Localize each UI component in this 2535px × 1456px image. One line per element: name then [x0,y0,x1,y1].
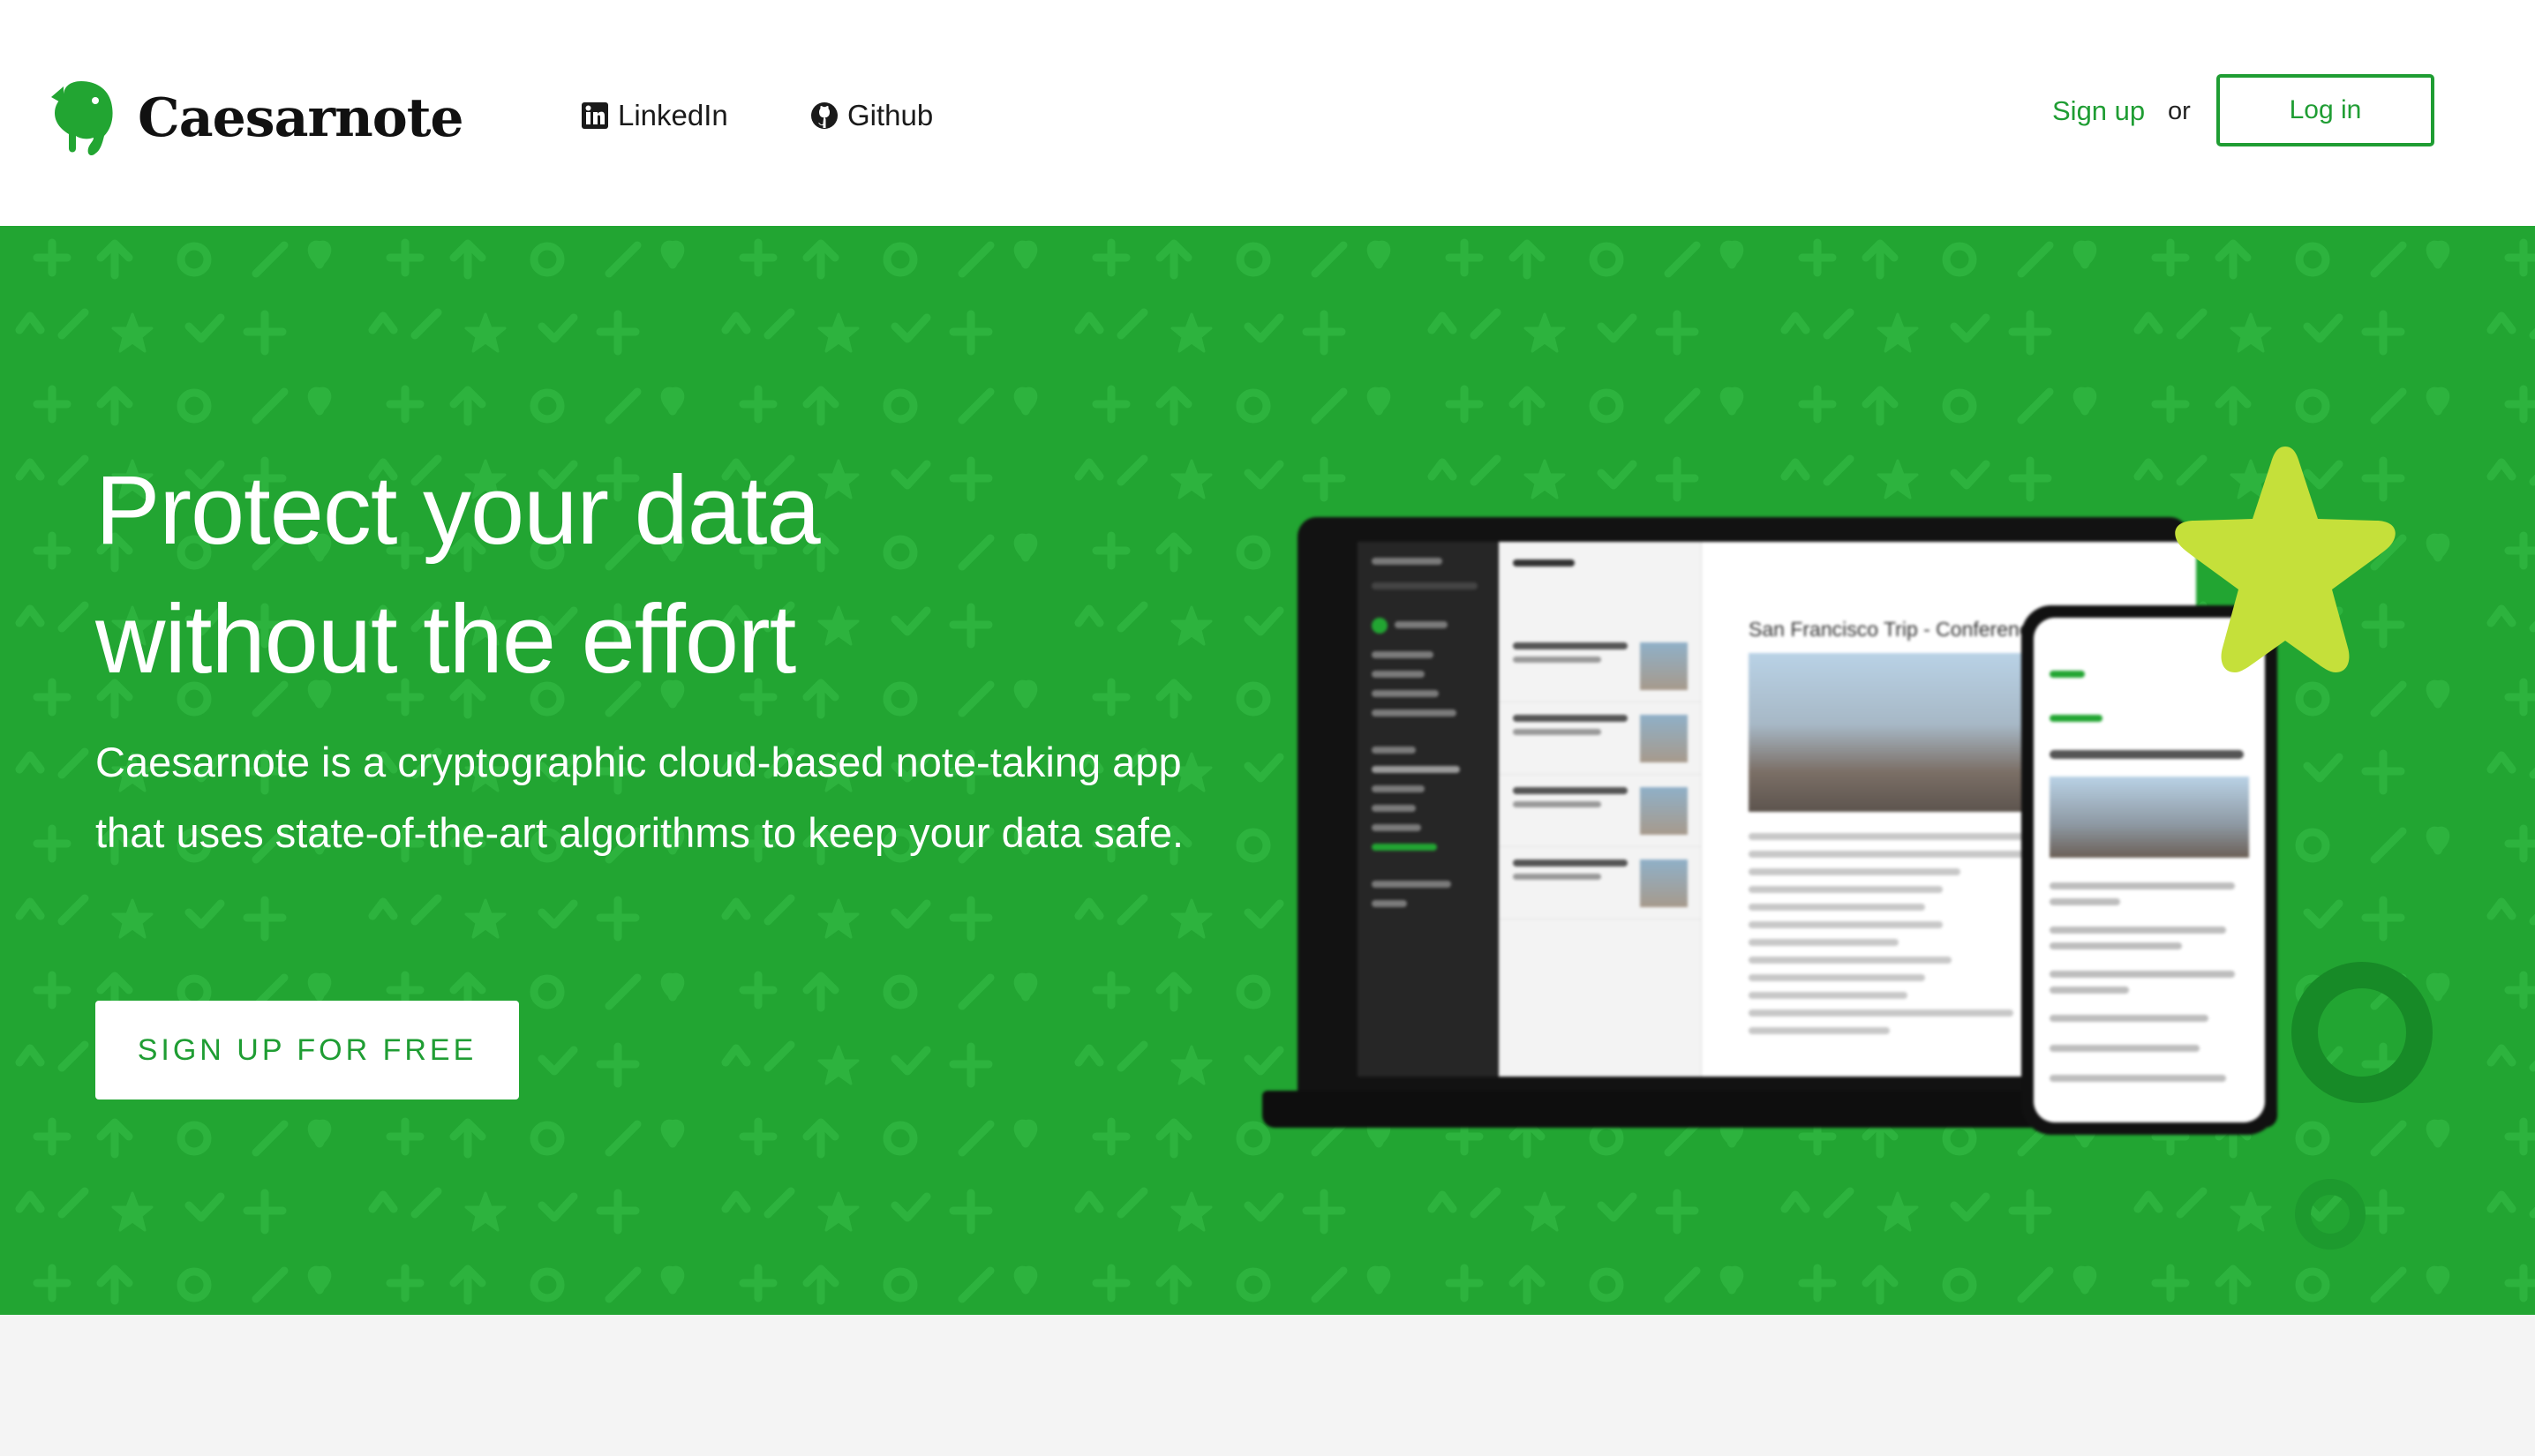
elephant-icon [51,81,113,155]
checklist-line [1749,1009,2013,1017]
or-separator: or [2168,97,2191,125]
hero-description: Caesarnote is a cryptographic cloud-base… [95,739,1185,856]
log-in-button[interactable]: Log in [2216,74,2434,146]
phone-note-image [2050,777,2249,858]
sidebar-line [1372,844,1437,851]
brand-name: Caesarnote [138,87,464,149]
note-list-item [1499,775,1702,847]
app-sidebar [1358,542,1499,1077]
sidebar-line [1372,805,1416,812]
brand-logo-link[interactable]: Caesarnote [49,78,464,159]
phone-note-title [2050,750,2244,759]
nav-link-linkedin-label: LinkedIn [618,99,728,131]
checklist-line [1749,1027,1890,1034]
nav-link-linkedin[interactable]: LinkedIn [581,99,728,132]
sidebar-line [1372,709,1456,717]
star-icon [2175,447,2396,672]
note-list-item [1499,702,1702,775]
sidebar-line [1372,582,1478,589]
sidebar-line [1372,785,1425,792]
nav-link-github-label: Github [847,99,934,131]
sidebar-line [1372,651,1433,658]
checklist-line [1749,851,2066,858]
linkedin-icon [582,102,608,129]
hero-headline-line2: without the effort [95,585,796,694]
sidebar-line [1372,881,1451,888]
checklist-line [1749,833,2031,840]
checklist-line [1749,974,1925,981]
hero-headline-line1: Protect your data [95,456,821,565]
checklist-line [1749,921,1943,928]
hero-section: Protect your data without the effort Cae… [0,226,2535,1315]
sidebar-line [1372,690,1439,697]
checklist-line [1749,939,1899,946]
github-icon [811,102,838,129]
phone-done-label [2050,671,2085,678]
sign-up-for-free-button[interactable]: SIGN UP FOR FREE [95,1001,519,1100]
new-note-dot [1372,618,1388,634]
sidebar-line [1372,766,1460,773]
checklist-line [1749,957,1952,964]
note-list-item [1499,630,1702,702]
sign-up-link[interactable]: Sign up [2052,95,2145,127]
note-list-item [1499,847,1702,919]
checklist-line [1749,868,1960,875]
sidebar-line [1395,621,1448,628]
checklist-line [1749,886,1943,893]
nav-link-github[interactable]: Github [810,99,933,132]
note-title: San Francisco Trip - Conference [1749,618,2042,641]
checklist-line [1749,992,1907,999]
sidebar-line [1372,824,1421,831]
note-list [1499,542,1702,1077]
site-header: Caesarnote LinkedIn Github Sign up or Lo… [0,0,2535,226]
checklist-line [1749,904,1925,911]
note-list-header [1499,542,1702,604]
sidebar-line [1372,747,1416,754]
sidebar-line [1372,900,1407,907]
hero-headline: Protect your data without the effort [95,447,1066,704]
sidebar-line [1372,558,1442,565]
sidebar-line [1372,671,1425,678]
